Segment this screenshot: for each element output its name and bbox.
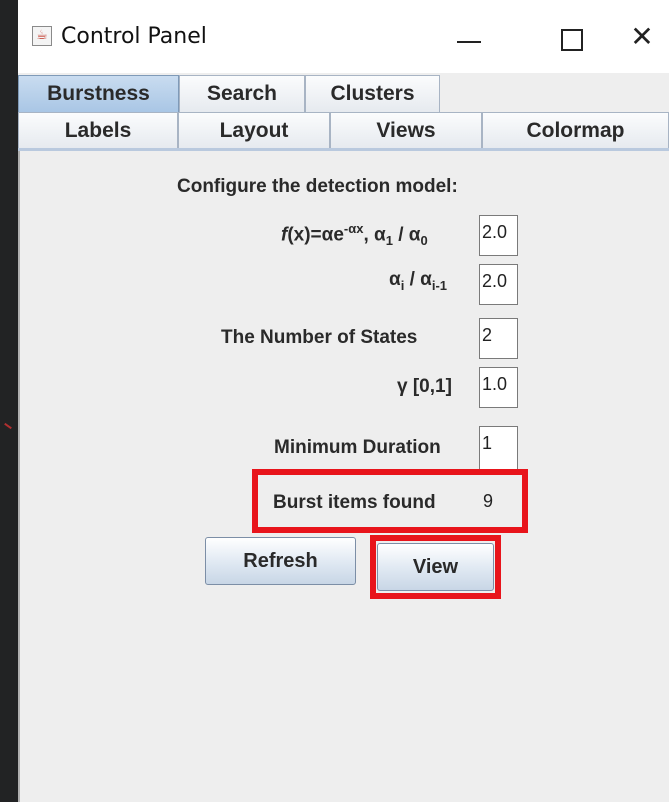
stray-mark bbox=[4, 422, 12, 430]
ratio-sub-i1: i-1 bbox=[431, 277, 448, 293]
burst-items-highlight bbox=[252, 469, 528, 533]
formula-div: / α bbox=[392, 224, 421, 246]
tab-burstness[interactable]: Burstness bbox=[18, 75, 179, 112]
states-label: The Number of States bbox=[221, 327, 418, 348]
formula-label: f(x)=αe-αx, α1 / α0 bbox=[281, 221, 428, 248]
maximize-icon[interactable] bbox=[539, 14, 599, 60]
min-duration-label: Minimum Duration bbox=[274, 437, 441, 458]
java-icon: ☕ bbox=[32, 26, 52, 46]
formula-mid: , α bbox=[363, 224, 386, 246]
window-title: Control Panel bbox=[61, 24, 207, 49]
ratio-alpha: α bbox=[389, 269, 401, 290]
burstness-panel: Configure the detection model: f(x)=αe-α… bbox=[18, 151, 669, 802]
formula-sub1: 1 bbox=[385, 233, 393, 249]
tab-colormap[interactable]: Colormap bbox=[482, 112, 669, 148]
tab-labels[interactable]: Labels bbox=[18, 112, 178, 148]
control-panel-window: ☕ Control Panel ✕ Burstness Search Clust… bbox=[18, 0, 669, 802]
formula-exp: -αx bbox=[343, 221, 364, 236]
min-duration-field[interactable]: 1 bbox=[479, 426, 518, 470]
alpha-ratio-field[interactable]: 2.0 bbox=[479, 264, 518, 305]
gamma-field[interactable]: 1.0 bbox=[479, 367, 518, 408]
ratio-label: αi / αi-1 bbox=[389, 269, 447, 293]
minimize-icon[interactable] bbox=[440, 14, 500, 60]
tab-layout[interactable]: Layout bbox=[178, 112, 330, 148]
refresh-button[interactable]: Refresh bbox=[205, 537, 356, 585]
view-button-highlight bbox=[370, 535, 501, 599]
title-bar[interactable]: ☕ Control Panel ✕ bbox=[18, 0, 669, 73]
states-field[interactable]: 2 bbox=[479, 318, 518, 359]
tab-clusters[interactable]: Clusters bbox=[305, 75, 440, 112]
formula-sub0: 0 bbox=[420, 233, 428, 249]
tab-search[interactable]: Search bbox=[179, 75, 305, 112]
configure-heading: Configure the detection model: bbox=[177, 176, 458, 197]
close-icon[interactable]: ✕ bbox=[612, 14, 669, 60]
ratio-div: / α bbox=[404, 269, 432, 290]
formula-x: (x)=αe bbox=[287, 224, 344, 246]
tab-views[interactable]: Views bbox=[330, 112, 482, 148]
formula-ratio-field[interactable]: 2.0 bbox=[479, 215, 518, 256]
gamma-label: γ [0,1] bbox=[397, 376, 452, 397]
